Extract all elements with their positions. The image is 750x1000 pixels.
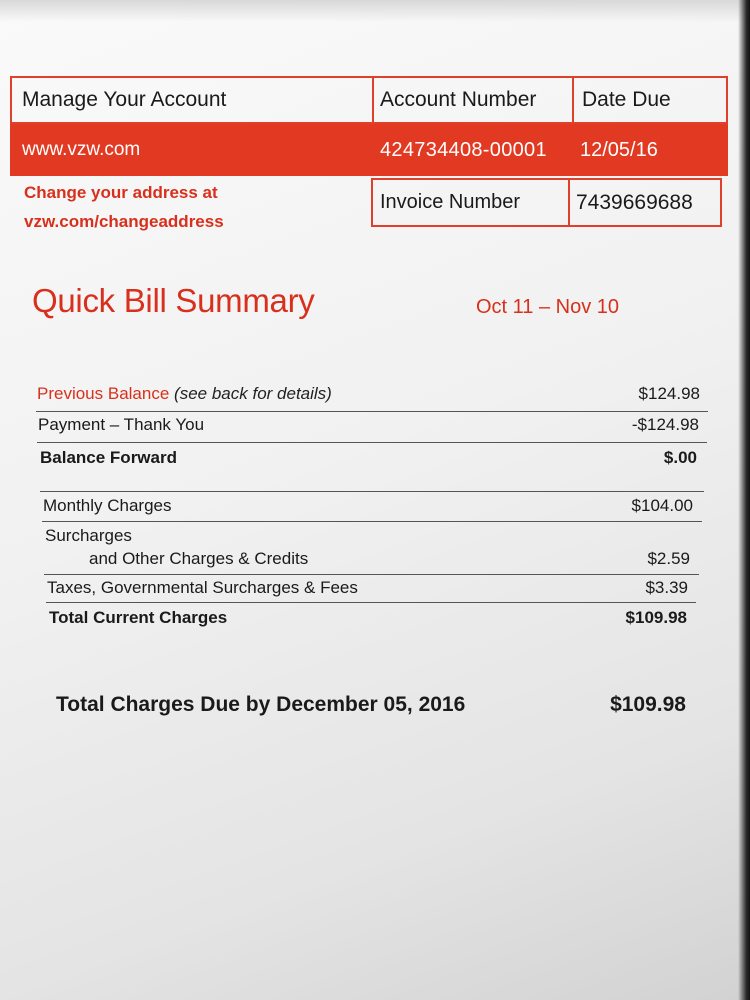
taxes-label: Taxes, Governmental Surcharges & Fees	[47, 578, 358, 597]
surcharges-label: Surcharges	[45, 526, 132, 545]
website-link[interactable]: www.vzw.com	[22, 128, 140, 172]
previous-balance-row: Previous Balance (see back for details) …	[37, 384, 700, 404]
monthly-charges-row: Monthly Charges $104.00	[43, 496, 693, 516]
total-current-row: Total Current Charges $109.98	[49, 608, 687, 628]
balance-forward-row: Balance Forward $.00	[40, 448, 697, 468]
total-current-label: Total Current Charges	[49, 608, 228, 627]
divider	[44, 574, 699, 575]
surcharges-amount: $2.59	[647, 549, 690, 568]
taxes-amount: $3.39	[645, 578, 688, 597]
divider	[37, 442, 707, 443]
surcharges-row: Surcharges	[45, 526, 690, 546]
total-due-label: Total Charges Due by December 05, 2016	[56, 693, 466, 716]
change-address-text: Change your address at	[24, 183, 218, 202]
divider	[36, 411, 708, 412]
change-address-note: Change your address at vzw.com/changeadd…	[24, 178, 354, 236]
payment-label: Payment – Thank You	[38, 415, 205, 434]
surcharges-sub-row: and Other Charges & Credits $2.59	[45, 549, 690, 569]
monthly-charges-amount: $104.00	[631, 496, 693, 515]
previous-balance-amount: $124.98	[638, 384, 700, 403]
date-due-label: Date Due	[572, 76, 728, 124]
invoice-number-label: Invoice Number	[371, 178, 568, 227]
screen-shade-top	[0, 0, 750, 22]
account-header: Manage Your Account Account Number Date …	[10, 76, 728, 176]
invoice-number-value: 7439669688	[568, 178, 722, 227]
previous-balance-note: (see back for details)	[174, 384, 332, 403]
change-address-link[interactable]: vzw.com/changeaddress	[24, 207, 354, 236]
monitor-bezel-edge	[738, 0, 750, 1000]
account-number-label: Account Number	[372, 76, 572, 124]
balance-forward-label: Balance Forward	[40, 448, 177, 467]
account-number-value: 424734408-00001	[380, 138, 547, 161]
payment-amount: -$124.98	[631, 415, 699, 434]
taxes-row: Taxes, Governmental Surcharges & Fees $3…	[47, 578, 688, 598]
divider	[42, 521, 702, 522]
billing-period: Oct 11 – Nov 10	[476, 296, 620, 318]
divider	[46, 602, 696, 603]
date-due-value: 12/05/16	[580, 138, 658, 161]
payment-row: Payment – Thank You -$124.98	[38, 415, 699, 435]
invoice-box: Invoice Number 7439669688	[371, 178, 722, 227]
total-current-amount: $109.98	[625, 608, 687, 627]
previous-balance-label: Previous Balance	[37, 384, 170, 403]
previous-balance-label-group: Previous Balance (see back for details)	[37, 384, 332, 404]
page-title: Quick Bill Summary	[32, 282, 315, 319]
balance-forward-amount: $.00	[663, 448, 697, 467]
total-due-amount: $109.98	[610, 693, 686, 716]
divider	[40, 491, 704, 492]
total-due-row: Total Charges Due by December 05, 2016 $…	[56, 693, 686, 717]
surcharges-sub-label: and Other Charges & Credits	[89, 549, 309, 568]
manage-account-label: Manage Your Account	[10, 76, 372, 124]
monthly-charges-label: Monthly Charges	[43, 496, 172, 515]
